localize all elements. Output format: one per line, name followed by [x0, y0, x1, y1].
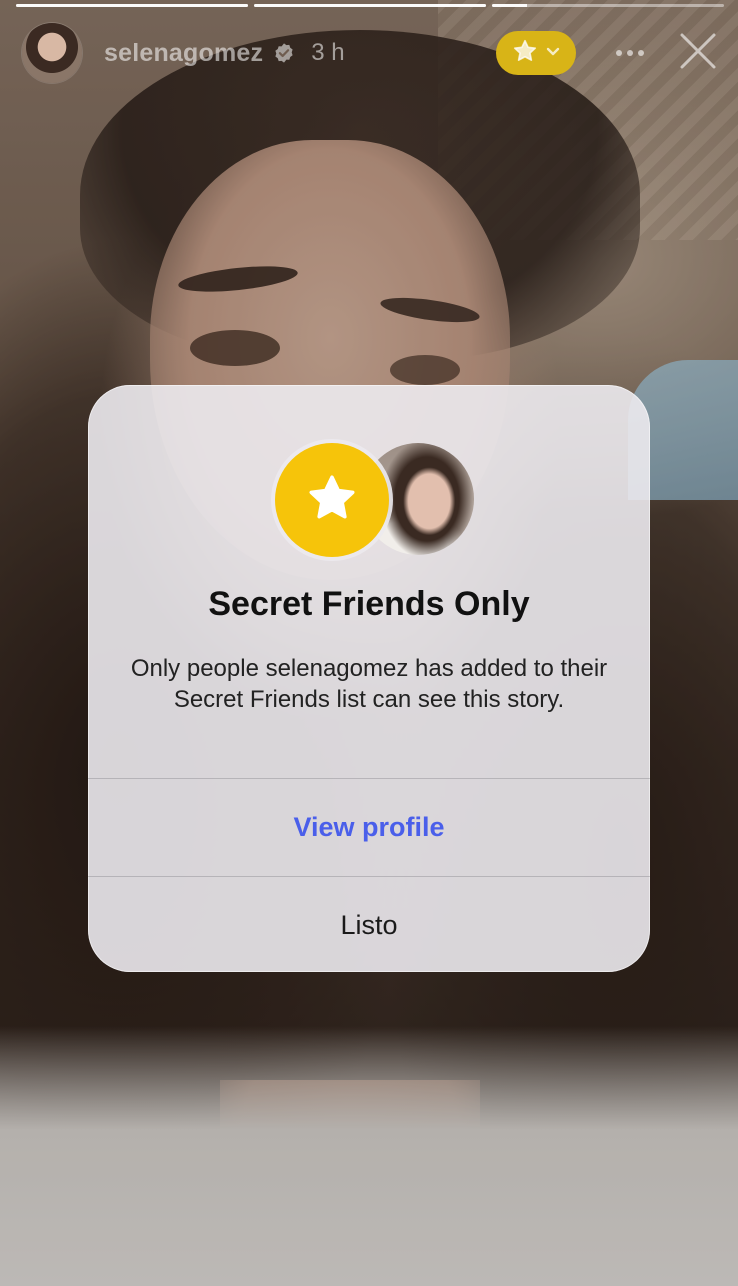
story-time: 3 h [311, 39, 345, 66]
dialog-icons [88, 443, 650, 559]
chevron-down-icon [546, 44, 560, 62]
dialog-title: Secret Friends Only [208, 585, 530, 623]
progress-segment [16, 4, 248, 7]
done-button[interactable]: Listo [88, 877, 650, 972]
progress-fill [16, 4, 248, 7]
star-icon [305, 471, 359, 530]
view-profile-button[interactable]: View profile [88, 779, 650, 875]
progress-segment [492, 4, 724, 7]
progress-fill [254, 4, 486, 7]
dialog-message: Only people selenagomez has added to the… [130, 655, 608, 713]
more-options-button[interactable] [600, 31, 660, 75]
story-header: selenagomez 3 h [22, 22, 722, 84]
verified-badge-icon [273, 42, 295, 64]
close-button[interactable] [674, 29, 722, 77]
avatar[interactable] [22, 23, 82, 83]
secret-friends-button[interactable] [496, 31, 576, 75]
more-dots-icon [615, 44, 645, 62]
close-icon [679, 32, 717, 75]
username[interactable]: selenagomez [104, 39, 263, 68]
progress-segment [254, 4, 486, 7]
secret-friends-dialog: Secret Friends Only Only people selenago… [88, 385, 650, 972]
progress-fill [492, 4, 527, 7]
secret-friends-star-badge [275, 443, 389, 557]
star-icon [512, 38, 538, 69]
story-progress-bar [16, 4, 724, 8]
